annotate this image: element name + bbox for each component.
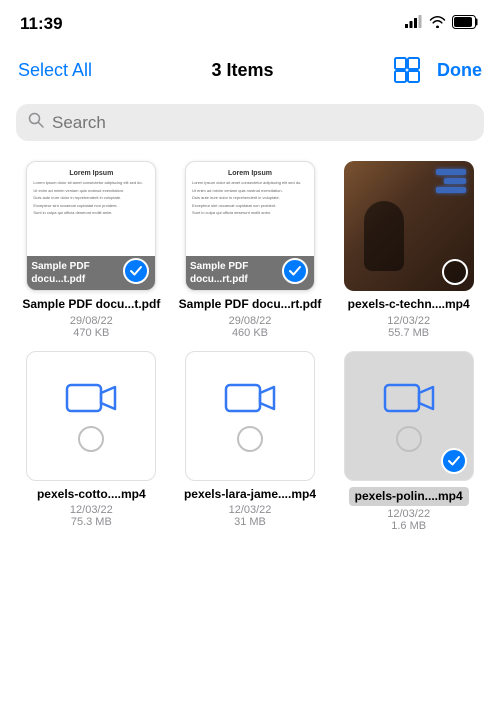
file-thumbnail bbox=[26, 351, 156, 481]
grid-view-button[interactable] bbox=[393, 56, 421, 84]
file-size: 75.3 MB bbox=[71, 516, 112, 528]
file-name: pexels-polin....mp4 bbox=[349, 487, 469, 507]
files-grid: Lorem Ipsum Lorem ipsum dolor sit amet c… bbox=[0, 153, 500, 552]
status-icons bbox=[405, 15, 480, 34]
file-name: Sample PDF docu...t.pdf bbox=[22, 297, 160, 313]
items-count: 3 Items bbox=[212, 60, 274, 81]
selection-badge bbox=[441, 448, 467, 474]
video-camera-icon bbox=[224, 379, 276, 422]
list-item[interactable]: pexels-polin....mp4 12/03/22 1.6 MB bbox=[333, 351, 484, 533]
file-size: 55.7 MB bbox=[388, 327, 429, 339]
list-item[interactable]: pexels-c-techn....mp4 12/03/22 55.7 MB bbox=[333, 161, 484, 339]
selection-ring bbox=[442, 259, 468, 285]
status-bar: 11:39 bbox=[0, 0, 500, 44]
file-thumbnail: Lorem Ipsum Lorem ipsum dolor sit amet c… bbox=[185, 161, 315, 291]
status-time: 11:39 bbox=[20, 14, 63, 34]
list-item[interactable]: pexels-lara-jame....mp4 12/03/22 31 MB bbox=[175, 351, 326, 533]
file-thumbnail bbox=[185, 351, 315, 481]
file-name: pexels-lara-jame....mp4 bbox=[184, 487, 316, 503]
file-date: 12/03/22 bbox=[229, 504, 272, 516]
file-thumbnail bbox=[344, 351, 474, 481]
list-item[interactable]: Lorem Ipsum Lorem ipsum dolor sit amet c… bbox=[16, 161, 167, 339]
file-date: 12/03/22 bbox=[387, 315, 430, 327]
video-camera-icon bbox=[65, 379, 117, 422]
done-button[interactable]: Done bbox=[437, 60, 482, 81]
video-camera-icon bbox=[383, 379, 435, 422]
file-size: 31 MB bbox=[234, 516, 266, 528]
battery-icon bbox=[452, 15, 480, 34]
file-date: 12/03/22 bbox=[387, 508, 430, 520]
file-date: 29/08/22 bbox=[70, 315, 113, 327]
video-circle bbox=[78, 426, 104, 452]
signal-icon bbox=[405, 15, 423, 33]
file-size: 1.6 MB bbox=[391, 520, 426, 532]
selection-badge bbox=[282, 258, 308, 284]
file-date: 29/08/22 bbox=[229, 315, 272, 327]
file-thumbnail bbox=[344, 161, 474, 291]
file-size: 470 KB bbox=[73, 327, 109, 339]
search-container bbox=[0, 96, 500, 153]
file-date: 12/03/22 bbox=[70, 504, 113, 516]
wifi-icon bbox=[429, 15, 446, 33]
file-name: pexels-cotto....mp4 bbox=[37, 487, 146, 503]
select-all-button[interactable]: Select All bbox=[18, 60, 92, 81]
search-icon bbox=[28, 112, 44, 133]
top-bar-right: Done bbox=[393, 56, 482, 84]
search-input[interactable] bbox=[52, 113, 472, 133]
grid-icon bbox=[393, 56, 421, 84]
file-name: pexels-c-techn....mp4 bbox=[348, 297, 470, 313]
video-icon-wrap bbox=[186, 352, 314, 480]
list-item[interactable]: Lorem Ipsum Lorem ipsum dolor sit amet c… bbox=[175, 161, 326, 339]
video-icon-wrap bbox=[27, 352, 155, 480]
file-thumbnail: Lorem Ipsum Lorem ipsum dolor sit amet c… bbox=[26, 161, 156, 291]
top-bar: Select All 3 Items Done bbox=[0, 44, 500, 96]
file-name: Sample PDF docu...rt.pdf bbox=[179, 297, 322, 313]
search-bar bbox=[16, 104, 484, 141]
list-item[interactable]: pexels-cotto....mp4 12/03/22 75.3 MB bbox=[16, 351, 167, 533]
video-circle bbox=[396, 426, 422, 452]
file-size: 460 KB bbox=[232, 327, 268, 339]
video-circle bbox=[237, 426, 263, 452]
